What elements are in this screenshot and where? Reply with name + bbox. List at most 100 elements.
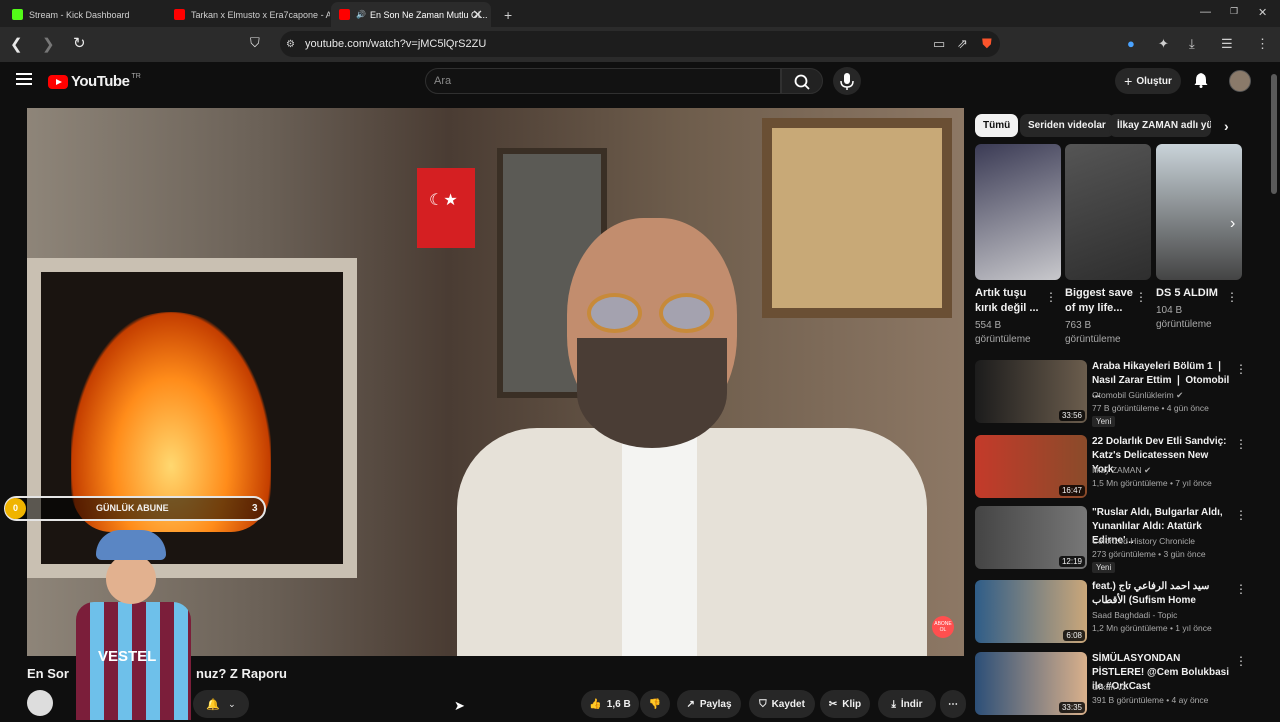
close-window-icon[interactable]: ✕ <box>1258 6 1267 19</box>
recommendation-item[interactable]: 12:19 "Ruslar Aldı, Bulgarlar Aldı, Yuna… <box>975 506 1247 576</box>
brave-shield-icon[interactable]: ⛊ <box>982 36 992 52</box>
new-tab-button[interactable]: + <box>496 2 520 27</box>
search-button[interactable] <box>781 68 823 94</box>
account-avatar[interactable] <box>1229 70 1251 92</box>
recommendation-meta: 273 görüntüleme • 3 gün önce <box>1092 549 1206 559</box>
video-duration: 33:56 <box>1058 410 1085 421</box>
more-vertical-icon[interactable]: ⋮ <box>1235 437 1247 451</box>
thumbs-up-icon: 👍 <box>589 698 602 710</box>
more-vertical-icon[interactable]: ⋮ <box>1135 290 1147 304</box>
url-text[interactable]: youtube.com/watch?v=jMC5lQrS2ZU <box>305 38 486 50</box>
short-title[interactable]: Biggest save of my life... <box>1065 286 1137 316</box>
scissors-icon: ✂ <box>828 698 838 710</box>
short-thumbnail[interactable] <box>975 144 1061 280</box>
site-info-icon[interactable]: ⚙ <box>286 39 295 50</box>
more-vertical-icon[interactable]: ⋮ <box>1045 290 1057 304</box>
save-button[interactable]: ⛉ Kaydet <box>749 690 815 718</box>
short-title[interactable]: DS 5 ALDIM <box>1156 286 1228 301</box>
back-icon[interactable]: ❮ <box>10 35 23 53</box>
short-views: 554 Bgörüntüleme <box>975 320 1031 345</box>
tab-kick-dashboard[interactable]: Stream - Kick Dashboard <box>4 2 166 27</box>
short-title[interactable]: Artık tuşu kırık değil ... <box>975 286 1047 316</box>
jersey-text: VESTEL <box>98 648 157 665</box>
short-views: 763 Bgörüntüleme <box>1065 320 1121 345</box>
bell-icon <box>1194 73 1208 88</box>
notifications-button[interactable] <box>1193 72 1209 88</box>
chips-next-icon[interactable]: › <box>1216 114 1237 137</box>
like-button[interactable]: 👍 1,6 B <box>581 690 639 718</box>
share-button[interactable]: ↗ Paylaş <box>677 690 741 718</box>
restore-icon[interactable]: ❐ <box>1230 6 1238 17</box>
clip-button[interactable]: ✂ Klip <box>820 690 870 718</box>
recommendation-title[interactable]: feat.) سيد احمد الرفاعي تاج الأقطاب (Suf… <box>1092 580 1232 608</box>
share-page-icon[interactable]: ⇗ <box>957 36 968 52</box>
search-input[interactable] <box>425 68 781 94</box>
recommendation-channel[interactable]: İlkay ZAMAN ✔ <box>1092 465 1151 476</box>
cast-icon[interactable]: ▭ <box>933 36 945 52</box>
more-vertical-icon[interactable]: ⋮ <box>1235 654 1247 668</box>
youtube-logo[interactable]: YouTube TR <box>48 73 141 90</box>
recommendation-item[interactable]: 33:35 SİMÜLASYONDAN PİSTLERE! @Cem Boluk… <box>975 652 1247 722</box>
dislike-button[interactable]: 👎 <box>640 690 670 718</box>
video-duration: 33:35 <box>1058 702 1085 713</box>
download-icon[interactable]: ⤓ <box>1189 36 1195 52</box>
more-menu-icon[interactable]: ⋮ <box>1256 36 1269 52</box>
kick-favicon-icon <box>12 9 23 20</box>
recommendation-channel[interactable]: Otomobil Günlüklerim ✔ <box>1092 390 1183 401</box>
subscribe-badge[interactable]: ABONE OL <box>932 616 954 638</box>
short-thumbnail[interactable] <box>1065 144 1151 280</box>
video-duration: 6:08 <box>1063 630 1085 641</box>
presenter-glasses <box>587 293 717 333</box>
short-thumbnail[interactable] <box>1156 144 1242 280</box>
scrollbar-thumb[interactable] <box>1271 74 1277 194</box>
close-tab-icon[interactable]: ✕ <box>472 7 483 23</box>
microphone-icon <box>840 73 854 90</box>
voice-search-button[interactable] <box>833 67 861 95</box>
chip-all[interactable]: Tümü <box>975 114 1019 137</box>
video-title: En Sor nuz? Z Raporu <box>27 666 287 681</box>
chip-uploader[interactable]: İlkay ZAMAN adlı yük <box>1109 114 1211 137</box>
more-vertical-icon[interactable]: ⋮ <box>1235 508 1247 522</box>
playlist-icon[interactable]: ☰ <box>1221 36 1233 52</box>
more-actions-button[interactable]: ⋯ <box>940 690 966 718</box>
subscription-bell-button[interactable]: 🔔 ⌄ <box>193 690 249 718</box>
reload-icon[interactable]: ↻ <box>73 34 86 52</box>
extension-icon[interactable]: ● <box>1127 36 1135 51</box>
create-button[interactable]: + Oluştur <box>1115 68 1181 94</box>
tab-tarkan[interactable]: Tarkan x Elmusto x Era7capone - AD... <box>166 2 330 27</box>
shorts-next-icon[interactable]: › <box>1230 215 1250 239</box>
channel-avatar[interactable] <box>27 690 53 716</box>
audio-playing-icon: 🔊 <box>356 10 366 19</box>
extensions-puzzle-icon[interactable]: ✦ <box>1158 36 1169 52</box>
recommendation-channel[interactable]: Saad Baghdadi - Topic <box>1092 610 1177 620</box>
download-icon: ⤓ <box>891 698 896 710</box>
bookmark-icon[interactable]: ⛉ <box>250 35 260 51</box>
more-vertical-icon[interactable]: ⋮ <box>1235 582 1247 596</box>
more-horizontal-icon: ⋯ <box>948 698 958 710</box>
stream-mascot: VESTEL <box>66 530 196 720</box>
recommendation-item[interactable]: 6:08 feat.) سيد احمد الرفاعي تاج الأقطاب… <box>975 580 1247 650</box>
minimize-icon[interactable]: — <box>1200 6 1211 18</box>
thumbs-down-icon: 👎 <box>648 698 662 710</box>
more-vertical-icon[interactable]: ⋮ <box>1226 290 1238 304</box>
create-label: Oluştur <box>1136 75 1172 87</box>
recommendation-channel[interactable]: Orkun v2 <box>1092 682 1127 692</box>
recommendation-item[interactable]: 16:47 22 Dolarlık Dev Etli Sandviç: Katz… <box>975 435 1247 505</box>
recommendation-item[interactable]: 33:56 Araba Hikayeleri Bölüm 1 ❘ Nasıl Z… <box>975 360 1247 430</box>
hamburger-menu-icon[interactable] <box>16 73 32 88</box>
search-placeholder: Ara <box>434 75 452 87</box>
short-item[interactable]: Artık tuşu kırık değil ... 554 Bgörüntül… <box>975 144 1061 347</box>
mouse-cursor-icon: ➤ <box>454 698 465 713</box>
tab-current-video[interactable]: 🔊 En Son Ne Zaman Mutlu Ol... ✕ <box>331 2 491 27</box>
subscriber-goal: 3 <box>252 503 258 514</box>
more-vertical-icon[interactable]: ⋮ <box>1235 362 1247 376</box>
presenter-shirt <box>622 428 697 656</box>
recommendation-channel[interactable]: Colorized History Chronicle <box>1092 536 1195 546</box>
chip-series[interactable]: Seriden videolar <box>1020 114 1114 137</box>
short-item[interactable]: Biggest save of my life... 763 Bgörüntül… <box>1065 144 1151 347</box>
clip-label: Klip <box>842 698 862 710</box>
tab-title: Tarkan x Elmusto x Era7capone - AD... <box>191 9 330 20</box>
forward-icon[interactable]: ❯ <box>42 35 55 53</box>
recommendation-meta: 391 B görüntüleme • 4 ay önce <box>1092 695 1209 705</box>
download-button[interactable]: ⤓ İndir <box>878 690 936 718</box>
